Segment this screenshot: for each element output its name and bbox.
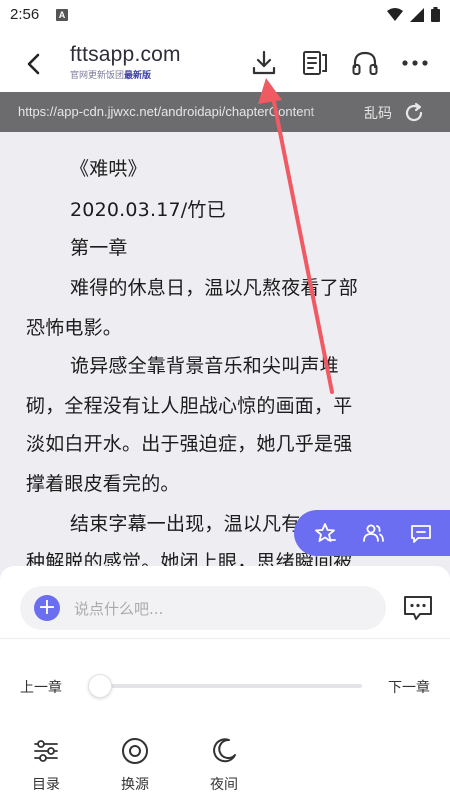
text-line: 撑着眼皮看完的。 xyxy=(26,473,180,495)
source-switch-icon xyxy=(122,738,148,764)
nav-toc[interactable]: 目录 xyxy=(16,736,76,794)
toc-sliders-icon xyxy=(34,740,58,762)
app-header: fttsapp.com 官网更新饭团最新版 xyxy=(0,34,450,92)
url-bar[interactable]: https://app-cdn.jjwxc.net/androidapi/cha… xyxy=(0,92,450,132)
text-line: 淡如白开水。出于强迫症，她几乎是强 xyxy=(26,433,353,455)
text-line: 砌，全程没有让人胆战心惊的画面，平 xyxy=(26,395,353,417)
nav-night-mode-label: 夜间 xyxy=(210,777,238,793)
comment-placeholder: 说点什么吧... xyxy=(74,600,164,618)
bottom-panel: + 说点什么吧... 上一章 下一章 目录 换源 夜间 xyxy=(0,566,450,800)
status-bar: 2:56 A xyxy=(0,0,450,34)
headphones-icon[interactable] xyxy=(350,48,380,78)
status-time: 2:56 xyxy=(10,6,40,23)
site-title: fttsapp.com xyxy=(70,43,181,66)
prev-chapter-button[interactable]: 上一章 xyxy=(20,677,62,697)
refresh-icon[interactable] xyxy=(402,101,426,125)
mojibake-button[interactable]: 乱码 xyxy=(364,103,392,123)
text-line: 结束字幕一出现，温以凡有 xyxy=(70,513,301,535)
next-chapter-button[interactable]: 下一章 xyxy=(388,677,430,697)
nav-switch-source-label: 换源 xyxy=(121,777,149,793)
comment-input[interactable]: + 说点什么吧... xyxy=(20,586,386,630)
nav-night-mode[interactable]: 夜间 xyxy=(194,736,254,794)
comments-icon[interactable] xyxy=(402,594,434,622)
message-icon[interactable] xyxy=(408,520,434,546)
back-arrow-icon[interactable] xyxy=(20,50,48,78)
url-text: https://app-cdn.jjwxc.net/androidapi/cha… xyxy=(18,104,315,119)
more-options-icon[interactable] xyxy=(400,48,430,78)
book-title: 《难哄》 xyxy=(70,158,147,180)
notification-a-icon: A xyxy=(56,9,68,21)
reader-mode-icon[interactable] xyxy=(300,48,330,78)
download-icon[interactable] xyxy=(249,48,279,78)
moon-icon xyxy=(213,738,236,763)
battery-icon xyxy=(431,7,440,22)
users-icon[interactable] xyxy=(360,520,386,546)
plus-icon[interactable]: + xyxy=(34,595,60,621)
site-subtitle-highlight: 最新版 xyxy=(124,71,152,81)
text-line: 难得的休息日，温以凡熬夜看了部 xyxy=(70,277,359,299)
nav-switch-source[interactable]: 换源 xyxy=(105,736,165,794)
url-fade xyxy=(300,92,360,132)
divider xyxy=(0,638,450,639)
text-line: 诡异感全靠背景音乐和尖叫声堆 xyxy=(70,355,339,377)
site-subtitle-prefix: 官网更新饭团 xyxy=(70,71,125,81)
wifi-icon xyxy=(387,7,403,21)
text-line: 恐怖电影。 xyxy=(26,317,123,339)
status-icons xyxy=(387,7,440,22)
chapter-progress-track[interactable] xyxy=(96,684,362,688)
signal-icon xyxy=(410,7,424,22)
book-date-author: 2020.03.17/竹已 xyxy=(70,199,226,221)
chapter-progress-thumb[interactable] xyxy=(88,674,112,698)
chapter-heading: 第一章 xyxy=(70,237,128,259)
nav-toc-label: 目录 xyxy=(32,777,60,793)
site-subtitle: 官网更新饭团最新版 xyxy=(70,68,151,81)
rate-star-icon[interactable] xyxy=(312,520,338,546)
floating-action-pill xyxy=(294,510,450,556)
